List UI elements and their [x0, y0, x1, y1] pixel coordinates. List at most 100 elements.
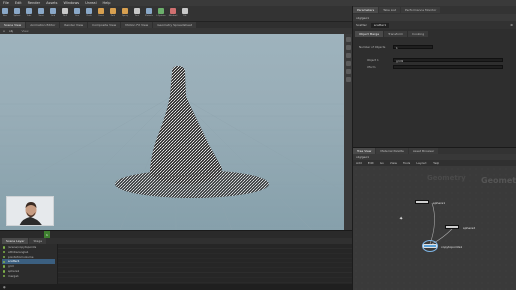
network-editor[interactable]: Geometry Geometry sphere1 sphere2 copyto… [353, 166, 516, 290]
field-label: Xform [367, 65, 376, 69]
scene-tree-label: merge1 [8, 273, 19, 278]
scatter-bell [150, 66, 222, 184]
node-label: sphere2 [463, 225, 476, 230]
shelf-tool-label: Null [63, 14, 67, 17]
network-menu-item[interactable]: Add [356, 161, 362, 165]
parameter-subtab[interactable]: Object Merge [355, 31, 384, 37]
shelf-tool-label: Curve [98, 14, 104, 17]
parameter-tabs: Parameters Take List Performance Monitor [353, 6, 516, 14]
handle-tool-icon[interactable] [345, 69, 351, 74]
menu-item[interactable]: Assets [46, 1, 57, 5]
network-menu-item[interactable]: View [390, 161, 397, 165]
menu-item[interactable]: Render [28, 1, 40, 5]
parameter-body: Object Merge Transform Cooking Number of O… [353, 29, 516, 147]
parameter-tab[interactable]: Parameters [353, 7, 379, 13]
shelf-tool-button[interactable]: Spray [120, 7, 130, 21]
xform-field[interactable] [393, 64, 503, 69]
visibility-dot-icon[interactable] [3, 246, 6, 249]
shelf-tool-icon [146, 7, 152, 14]
node-sphere2[interactable] [445, 225, 459, 229]
scene-tree-label: grid [8, 264, 14, 269]
shelf-tool-button[interactable]: Curve [96, 7, 106, 21]
menu-item[interactable]: Unreal [85, 1, 96, 5]
menu-item[interactable]: File [3, 1, 9, 5]
shelf-tool-icon [98, 7, 104, 14]
home-icon[interactable]: ⌂ [3, 29, 5, 33]
network-menu-item[interactable]: Tools [403, 161, 410, 165]
snap-icon[interactable] [345, 77, 351, 82]
parameter-path[interactable]: obj/geo1 [356, 16, 369, 20]
rotate-tool-icon[interactable] [345, 53, 351, 58]
viewport-context: View [21, 29, 29, 33]
object-path-field[interactable]: grid1 [393, 57, 503, 62]
network-menu-item[interactable]: Help [433, 161, 440, 165]
visibility-dot-icon[interactable] [3, 260, 6, 264]
shelf-tool-button[interactable]: File [180, 7, 190, 21]
shelf-tool-label: Font [134, 14, 140, 17]
parameter-subtab[interactable]: Transform [384, 31, 408, 37]
node-label: sphere1 [433, 200, 446, 205]
viewport-path[interactable]: obj [9, 29, 14, 33]
number-of-objects-field[interactable]: 1 [393, 44, 433, 49]
shelf-tool-label: Tube [26, 14, 32, 17]
network-menu-item[interactable]: Layout [416, 161, 426, 165]
status-icon: ● [3, 285, 6, 289]
shelf-tool-label: Line [74, 14, 80, 17]
menu-item[interactable]: Edit [15, 1, 22, 5]
shelf-tool-button[interactable]: Sphere [12, 7, 22, 21]
shelf-tool-button[interactable]: Line [72, 7, 82, 21]
shelf-tool-button[interactable]: Font [132, 7, 142, 21]
visibility-dot-icon[interactable] [3, 270, 6, 273]
parameter-tab[interactable]: Take List [379, 7, 401, 13]
shelf-tool-button[interactable]: Circle [84, 7, 94, 21]
network-path[interactable]: obj/geo1 [356, 155, 369, 159]
shelf-tool-label: Circle [86, 14, 92, 17]
scene-track-grid[interactable] [58, 244, 352, 284]
shelf-tool-button[interactable]: L-System [156, 7, 166, 21]
visibility-dot-icon[interactable] [3, 265, 6, 268]
shelf-tool-icon [50, 7, 56, 14]
shelf-tool-label: Box [3, 14, 7, 17]
parameter-subtab[interactable]: Cooking [408, 31, 429, 37]
shelf-tool-button[interactable]: Box [0, 7, 10, 21]
status-bar: ● [0, 284, 352, 290]
scene-tree: /scene/copytopoints attribwrangle1 pointsf… [0, 244, 58, 284]
move-tool-icon[interactable] [345, 45, 351, 50]
visibility-dot-icon[interactable] [3, 251, 6, 254]
shelf-tool-icon [26, 7, 32, 14]
shelf-tool-icon [62, 7, 68, 14]
shelf-tool-button[interactable]: Torus [36, 7, 46, 21]
visibility-dot-icon[interactable] [3, 275, 6, 278]
network-menu-item[interactable]: Go [380, 161, 384, 165]
mouse-cursor-icon: ✦ [399, 216, 404, 222]
node-name-field[interactable]: scatter1 [370, 22, 390, 28]
parameter-subtabs: Object Merge Transform Cooking [355, 31, 515, 37]
shelf-tool-label: Path [110, 14, 116, 17]
parameter-tab[interactable]: Performance Monitor [401, 7, 441, 13]
node-type: Scatter [356, 23, 367, 27]
timeline-bar[interactable]: 1 [0, 230, 352, 239]
shelf-tool-button[interactable]: Path [108, 7, 118, 21]
menu-item[interactable]: Windows [64, 1, 80, 5]
network-menu-item[interactable]: Edit [368, 161, 374, 165]
select-tool-icon[interactable] [345, 37, 351, 42]
node-sphere1[interactable] [415, 200, 429, 204]
shelf-tool-icon [74, 7, 80, 14]
parameter-path-bar: obj/geo1 [353, 14, 516, 21]
scene-panel: /scene/copytopoints attribwrangle1 pointsf… [0, 244, 352, 284]
gear-icon[interactable]: ⚙ [510, 23, 513, 27]
shelf-tool-button[interactable]: Grid [48, 7, 58, 21]
scene-tree-row[interactable]: merge1 [2, 274, 55, 279]
shelf-tool-label: L-System [156, 14, 166, 17]
menu-item[interactable]: Help [103, 1, 111, 5]
node-label: copytopoints1 [441, 244, 463, 249]
shelf-tool-icon [134, 7, 140, 14]
visibility-dot-icon[interactable] [3, 255, 6, 259]
shelf-tool-label: Spray [122, 14, 128, 17]
shelf-tool-button[interactable]: Null [60, 7, 70, 21]
shelf-tool-button[interactable]: Metaball [168, 7, 178, 21]
scale-tool-icon[interactable] [345, 61, 351, 66]
shelf-tool-button[interactable]: Tube [24, 7, 34, 21]
shelf-tool-button[interactable]: Platonic [144, 7, 154, 21]
shelf-tool-label: Sphere [13, 14, 21, 17]
